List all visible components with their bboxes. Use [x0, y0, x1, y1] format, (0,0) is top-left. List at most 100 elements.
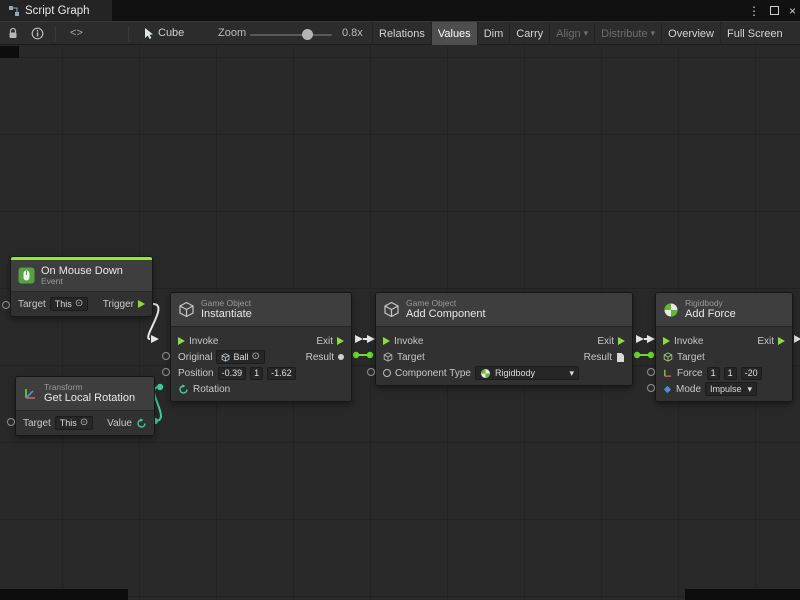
force-z-field[interactable]: -20 — [741, 367, 762, 380]
toolbar-button-fullscreen[interactable]: Full Screen — [720, 22, 789, 45]
button-label: Align — [556, 28, 580, 40]
result-port-label: Result — [584, 352, 612, 363]
horizontal-scrollbar-track[interactable] — [685, 589, 800, 600]
node-subtitle: Rigidbody — [685, 299, 736, 308]
info-icon[interactable] — [31, 22, 44, 44]
lock-icon[interactable] — [7, 22, 19, 44]
force-input-port[interactable] — [647, 368, 655, 376]
node-subtitle: Game Object — [201, 299, 252, 308]
chip-label: This — [60, 418, 77, 428]
position-input-port[interactable] — [162, 368, 170, 376]
wire-flow-instantiate-to-addcomponent[interactable] — [355, 335, 375, 343]
target-value-chip[interactable]: This⊙ — [50, 297, 88, 311]
original-port-label: Original — [178, 352, 212, 363]
toolbar-divider — [128, 26, 129, 41]
toolbar-button-dim[interactable]: Dim — [477, 22, 510, 45]
toolbar-button-carry[interactable]: Carry — [509, 22, 549, 45]
chip-label: Ball — [233, 352, 248, 362]
port-row-invoke-exit: Invoke Exit — [656, 333, 792, 349]
component-type-input-port[interactable] — [367, 368, 375, 376]
node-instantiate[interactable]: Game Object Instantiate Invoke Exit Orig… — [170, 292, 352, 402]
maximize-icon[interactable] — [770, 6, 779, 15]
invoke-port-label: Invoke — [394, 336, 423, 347]
flow-arrow-icon[interactable] — [178, 337, 185, 345]
wire-value-result-to-target-2[interactable] — [634, 352, 654, 358]
flow-arrow-icon[interactable] — [778, 337, 785, 345]
mode-dropdown[interactable]: Impulse ▾ — [705, 382, 757, 396]
target-input-port[interactable] — [2, 301, 10, 309]
toolbar-buttons: Relations Values Dim Carry Align▾ Distri… — [372, 22, 789, 45]
node-header[interactable]: On Mouse Down Event — [11, 260, 152, 291]
dropdown-caret-icon: ▾ — [569, 368, 574, 379]
flow-arrow-icon[interactable] — [663, 337, 670, 345]
wire-value-result-to-target-1[interactable] — [353, 352, 373, 358]
game-object-icon — [383, 352, 393, 362]
invoke-port-label: Invoke — [674, 336, 703, 347]
toolbar-button-overview[interactable]: Overview — [661, 22, 720, 45]
flow-arrow-icon[interactable] — [138, 300, 145, 308]
node-title: Get Local Rotation — [44, 392, 135, 404]
exit-port-label: Exit — [597, 336, 614, 347]
transform-icon — [23, 386, 38, 401]
wire-flow-addcomponent-to-addforce[interactable] — [636, 335, 655, 343]
button-label: Overview — [668, 28, 714, 40]
close-icon[interactable]: × — [789, 4, 796, 18]
object-picker-icon[interactable]: ⊙ — [251, 352, 259, 362]
object-picker-icon[interactable]: ⊙ — [75, 299, 83, 309]
horizontal-scrollbar-track[interactable] — [0, 589, 128, 600]
zoom-slider-track[interactable] — [250, 34, 332, 36]
force-y-field[interactable]: 1 — [724, 367, 737, 380]
object-picker-icon[interactable]: ⊙ — [80, 418, 88, 428]
menu-icon[interactable]: ⋮ — [748, 4, 760, 18]
node-on-mouse-down[interactable]: On Mouse Down Event Target This⊙ Trigger — [10, 256, 153, 317]
node-add-force[interactable]: Rigidbody Add Force Invoke Exit Target — [655, 292, 793, 402]
original-value-chip[interactable]: Ball ⊙ — [216, 350, 264, 364]
force-x-field[interactable]: 1 — [707, 367, 720, 380]
port-row-target: Target — [656, 349, 792, 365]
position-y-field[interactable]: 1 — [250, 367, 263, 380]
toolbar-button-relations[interactable]: Relations — [372, 22, 431, 45]
result-output-port[interactable] — [338, 354, 344, 360]
toolbar-divider — [55, 26, 56, 41]
target-input-port[interactable] — [7, 418, 15, 426]
node-get-local-rotation[interactable]: Transform Get Local Rotation Target This… — [15, 376, 155, 436]
node-title: Instantiate — [201, 308, 252, 320]
node-header[interactable]: Rigidbody Add Force — [656, 293, 792, 326]
node-header[interactable]: Game Object Instantiate — [171, 293, 351, 326]
graph-object-name[interactable]: Cube — [158, 22, 184, 44]
node-header[interactable]: Transform Get Local Rotation — [16, 377, 154, 410]
type-port-icon[interactable] — [383, 369, 391, 377]
node-titles: Rigidbody Add Force — [685, 299, 736, 320]
window-tab[interactable]: Script Graph — [0, 0, 112, 21]
node-header[interactable]: Game Object Add Component — [376, 293, 632, 326]
zoom-slider-thumb[interactable] — [302, 29, 313, 40]
toolbar-button-align[interactable]: Align▾ — [549, 22, 594, 45]
port-row-rotation: Rotation — [171, 381, 351, 397]
code-view-icon[interactable]: <> — [70, 22, 83, 44]
node-subtitle: Event — [41, 277, 123, 286]
original-input-port[interactable] — [162, 352, 170, 360]
dropdown-value: Rigidbody — [495, 368, 535, 378]
wire-flow-addforce-exit[interactable] — [794, 335, 800, 343]
position-x-field[interactable]: -0.39 — [218, 367, 247, 380]
flow-arrow-icon[interactable] — [337, 337, 344, 345]
target-port-label: Target — [18, 299, 46, 310]
node-title: Add Force — [685, 308, 736, 320]
mode-input-port[interactable] — [647, 384, 655, 392]
rotation-port-label: Rotation — [193, 384, 230, 395]
flow-arrow-icon[interactable] — [383, 337, 390, 345]
target-value-chip[interactable]: This⊙ — [55, 416, 93, 430]
component-type-dropdown[interactable]: Rigidbody ▾ — [475, 366, 579, 380]
toolbar-button-values[interactable]: Values — [431, 22, 477, 45]
port-row-invoke-exit: Invoke Exit — [376, 333, 632, 349]
position-z-field[interactable]: -1.62 — [267, 367, 296, 380]
flow-arrow-icon[interactable] — [618, 337, 625, 345]
dropdown-value: Impulse — [710, 384, 742, 394]
node-subtitle: Transform — [44, 383, 135, 392]
node-add-component[interactable]: Game Object Add Component Invoke Exit Ta… — [375, 292, 633, 386]
port-row-invoke-exit: Invoke Exit — [171, 333, 351, 349]
titlebar: Script Graph ⋮ × — [0, 0, 800, 21]
graph-canvas[interactable]: On Mouse Down Event Target This⊙ Trigger — [0, 46, 800, 600]
toolbar-button-distribute[interactable]: Distribute▾ — [594, 22, 661, 45]
value-port-label: Value — [107, 418, 132, 429]
